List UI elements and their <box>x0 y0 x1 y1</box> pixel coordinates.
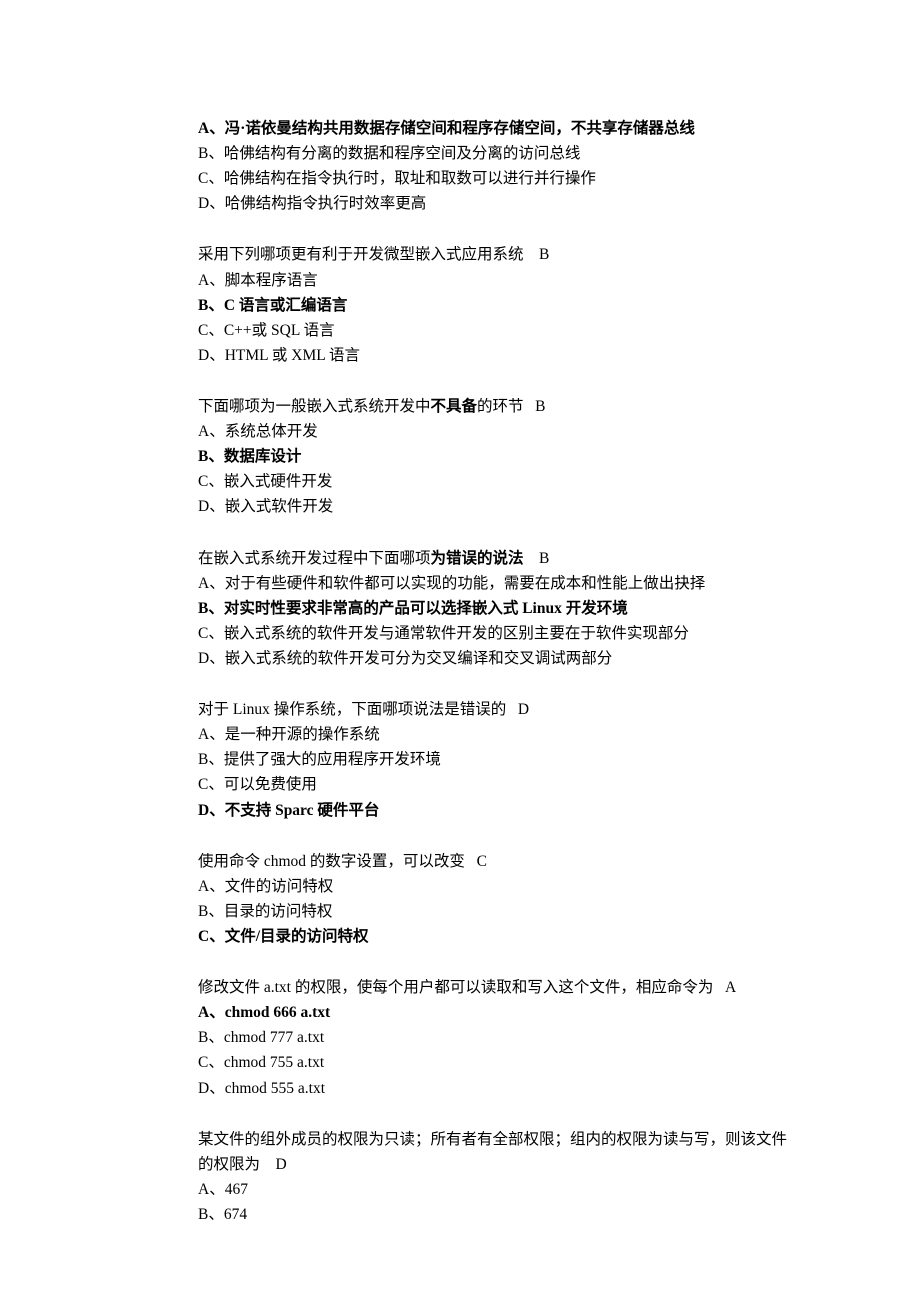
option-line: D、嵌入式系统的软件开发可分为交叉编译和交叉调试两部分 <box>198 646 800 671</box>
option-line: A、对于有些硬件和软件都可以实现的功能，需要在成本和性能上做出抉择 <box>198 571 800 596</box>
question-stem-part: 在嵌入式系统开发过程中下面哪项 <box>198 550 431 567</box>
option-line: C、C++或 SQL 语言 <box>198 318 800 343</box>
question-stem-part: 的环节 <box>477 398 535 415</box>
option-line: D、不支持 Sparc 硬件平台 <box>198 798 800 823</box>
option-line: A、467 <box>198 1177 800 1202</box>
question-stem: 下面哪项为一般嵌入式系统开发中不具备的环节 B <box>198 394 800 419</box>
option-line: B、对实时性要求非常高的产品可以选择嵌入式 Linux 开发环境 <box>198 596 800 621</box>
question-block: 采用下列哪项更有利于开发微型嵌入式应用系统 BA、脚本程序语言B、C 语言或汇编… <box>198 242 800 368</box>
option-line: A、冯·诺依曼结构共用数据存储空间和程序存储空间，不共享存储器总线 <box>198 116 800 141</box>
option-line: C、嵌入式硬件开发 <box>198 469 800 494</box>
option-line: D、嵌入式软件开发 <box>198 494 800 519</box>
option-line: D、哈佛结构指令执行时效率更高 <box>198 191 800 216</box>
option-line: B、提供了强大的应用程序开发环境 <box>198 747 800 772</box>
option-line: A、文件的访问特权 <box>198 874 800 899</box>
question-stem: 修改文件 a.txt 的权限，使每个用户都可以读取和写入这个文件，相应命令为 A <box>198 975 800 1000</box>
answer-key: D <box>518 701 529 718</box>
question-stem: 在嵌入式系统开发过程中下面哪项为错误的说法 B <box>198 546 800 571</box>
question-stem: 对于 Linux 操作系统，下面哪项说法是错误的 D <box>198 697 800 722</box>
question-stem-text: 修改文件 a.txt 的权限，使每个用户都可以读取和写入这个文件，相应命令为 <box>198 979 725 996</box>
answer-key: B <box>535 398 545 415</box>
option-line: B、674 <box>198 1202 800 1227</box>
question-stem-part: 不具备 <box>431 398 478 415</box>
answer-key: B <box>539 550 549 567</box>
question-stem-text: 采用下列哪项更有利于开发微型嵌入式应用系统 <box>198 246 539 263</box>
question-stem: 使用命令 chmod 的数字设置，可以改变 C <box>198 849 800 874</box>
option-line: A、chmod 666 a.txt <box>198 1000 800 1025</box>
option-line: C、哈佛结构在指令执行时，取址和取数可以进行并行操作 <box>198 166 800 191</box>
option-line: C、嵌入式系统的软件开发与通常软件开发的区别主要在于软件实现部分 <box>198 621 800 646</box>
question-stem: 采用下列哪项更有利于开发微型嵌入式应用系统 B <box>198 242 800 267</box>
answer-key: A <box>725 979 736 996</box>
option-line: A、是一种开源的操作系统 <box>198 722 800 747</box>
option-line: B、目录的访问特权 <box>198 899 800 924</box>
question-stem-part: 为错误的说法 <box>431 550 540 567</box>
question-block: 修改文件 a.txt 的权限，使每个用户都可以读取和写入这个文件，相应命令为 A… <box>198 975 800 1101</box>
answer-key: B <box>539 246 549 263</box>
question-block: 对于 Linux 操作系统，下面哪项说法是错误的 DA、是一种开源的操作系统B、… <box>198 697 800 823</box>
option-line: D、HTML 或 XML 语言 <box>198 343 800 368</box>
option-line: B、C 语言或汇编语言 <box>198 293 800 318</box>
answer-key: C <box>477 853 487 870</box>
answer-key: D <box>276 1156 287 1173</box>
option-line: C、chmod 755 a.txt <box>198 1050 800 1075</box>
question-stem-part: 下面哪项为一般嵌入式系统开发中 <box>198 398 431 415</box>
option-line: D、chmod 555 a.txt <box>198 1076 800 1101</box>
question-stem: 某文件的组外成员的权限为只读；所有者有全部权限；组内的权限为读与写，则该文件的权… <box>198 1127 800 1177</box>
question-block: 下面哪项为一般嵌入式系统开发中不具备的环节 BA、系统总体开发B、数据库设计C、… <box>198 394 800 520</box>
option-line: C、可以免费使用 <box>198 772 800 797</box>
question-block: A、冯·诺依曼结构共用数据存储空间和程序存储空间，不共享存储器总线B、哈佛结构有… <box>198 116 800 216</box>
option-line: A、系统总体开发 <box>198 419 800 444</box>
question-stem-text: 对于 Linux 操作系统，下面哪项说法是错误的 <box>198 701 518 718</box>
option-line: C、文件/目录的访问特权 <box>198 924 800 949</box>
question-block: 使用命令 chmod 的数字设置，可以改变 CA、文件的访问特权B、目录的访问特… <box>198 849 800 949</box>
option-line: B、数据库设计 <box>198 444 800 469</box>
option-line: B、chmod 777 a.txt <box>198 1025 800 1050</box>
question-stem-text: 使用命令 chmod 的数字设置，可以改变 <box>198 853 477 870</box>
document-page: A、冯·诺依曼结构共用数据存储空间和程序存储空间，不共享存储器总线B、哈佛结构有… <box>0 0 920 1313</box>
option-line: A、脚本程序语言 <box>198 268 800 293</box>
option-line: B、哈佛结构有分离的数据和程序空间及分离的访问总线 <box>198 141 800 166</box>
question-block: 在嵌入式系统开发过程中下面哪项为错误的说法 BA、对于有些硬件和软件都可以实现的… <box>198 546 800 672</box>
question-block: 某文件的组外成员的权限为只读；所有者有全部权限；组内的权限为读与写，则该文件的权… <box>198 1127 800 1227</box>
